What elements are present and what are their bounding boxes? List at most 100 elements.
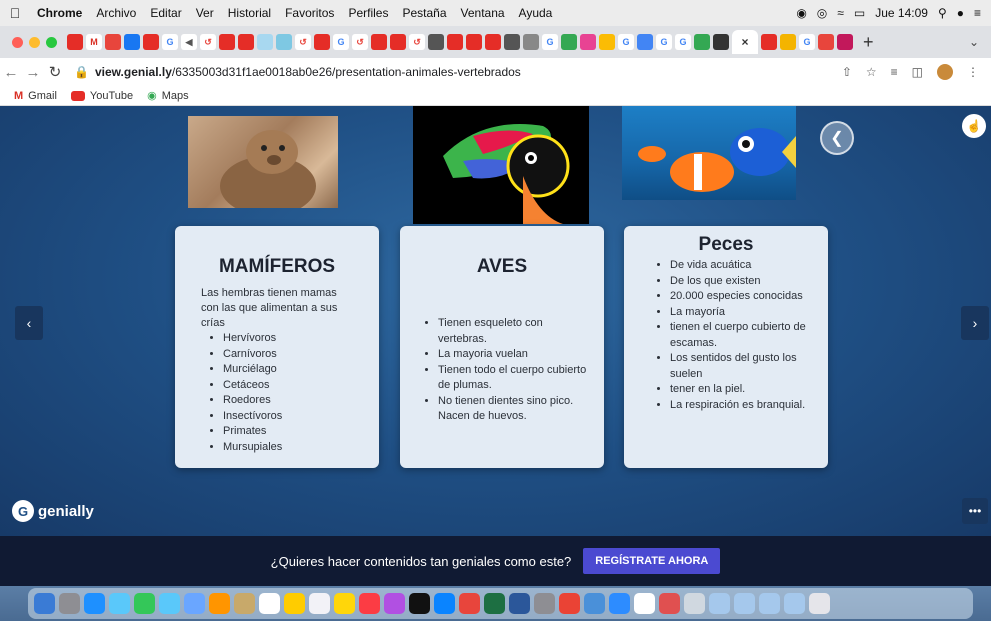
tab-app[interactable]	[580, 34, 596, 50]
launchpad-icon[interactable]	[59, 593, 80, 614]
notes-icon[interactable]	[284, 593, 305, 614]
word-icon[interactable]	[509, 593, 530, 614]
tab-google[interactable]: G	[799, 34, 815, 50]
photo-app-icon[interactable]	[209, 593, 230, 614]
tab-youtube[interactable]	[485, 34, 501, 50]
tab-google[interactable]: G	[618, 34, 634, 50]
close-window-button[interactable]	[12, 36, 23, 48]
siri-icon[interactable]: ●	[957, 6, 964, 20]
forward-arrow-icon[interactable]: →	[22, 64, 44, 81]
tab-app[interactable]: ↺	[409, 34, 425, 50]
dictionary-icon[interactable]	[659, 593, 680, 614]
clock[interactable]: Jue 14:09	[875, 6, 928, 20]
tab-app[interactable]	[523, 34, 539, 50]
apple-icon[interactable]: 	[0, 5, 30, 21]
reading-list-icon[interactable]: ≡	[891, 65, 898, 79]
control-center-icon[interactable]: ◉	[796, 6, 806, 20]
tab-google[interactable]: G	[675, 34, 691, 50]
tab-youtube[interactable]	[314, 34, 330, 50]
zoom-window-button[interactable]	[46, 36, 57, 48]
calendar-icon[interactable]	[259, 593, 280, 614]
tab-app[interactable]	[561, 34, 577, 50]
window-thumbnail-icon[interactable]	[734, 593, 755, 614]
tab-gmail[interactable]: M	[86, 34, 102, 50]
tab-app[interactable]: ↺	[352, 34, 368, 50]
record-icon[interactable]: ◎	[817, 6, 827, 20]
battery-icon[interactable]: ▭	[854, 6, 865, 20]
kebab-menu-icon[interactable]: ⋮	[967, 65, 979, 79]
tab-app[interactable]	[105, 34, 121, 50]
bookmark-star-icon[interactable]: ☆	[866, 65, 877, 79]
back-circle-button[interactable]: ❮	[820, 121, 854, 155]
app-store-icon[interactable]	[434, 593, 455, 614]
bookmark-maps[interactable]: ◉ Maps	[147, 89, 189, 103]
safari-icon[interactable]	[84, 593, 105, 614]
reload-icon[interactable]: ↻	[44, 63, 66, 81]
tab-map[interactable]	[276, 34, 292, 50]
apple-tv-icon[interactable]	[409, 593, 430, 614]
tab-app[interactable]	[837, 34, 853, 50]
app-icon[interactable]	[634, 593, 655, 614]
minimize-window-button[interactable]	[29, 36, 40, 48]
photos-icon[interactable]	[184, 593, 205, 614]
menu-ayuda[interactable]: Ayuda	[512, 6, 560, 20]
menu-ventana[interactable]: Ventana	[454, 6, 512, 20]
tab-genially[interactable]	[504, 34, 520, 50]
tab-youtube[interactable]	[390, 34, 406, 50]
tab-youtube[interactable]	[67, 34, 83, 50]
documents-folder-icon[interactable]	[709, 593, 730, 614]
tab-google[interactable]: G	[542, 34, 558, 50]
profile-avatar[interactable]	[937, 64, 953, 80]
back-arrow-icon[interactable]: ←	[0, 64, 22, 81]
tab-genially[interactable]	[428, 34, 444, 50]
share-icon[interactable]: ⇧	[842, 65, 852, 79]
app-icon[interactable]	[459, 593, 480, 614]
downloads-folder-icon[interactable]	[684, 593, 705, 614]
menu-historial[interactable]: Historial	[221, 6, 278, 20]
stickies-icon[interactable]	[334, 593, 355, 614]
side-panel-icon[interactable]: ◫	[912, 65, 923, 79]
tab-doc[interactable]	[257, 34, 273, 50]
trash-icon[interactable]	[809, 593, 830, 614]
more-options-button[interactable]: •••	[962, 498, 988, 524]
lock-icon[interactable]: 🔒	[74, 65, 89, 79]
menu-pestana[interactable]: Pestaña	[395, 6, 453, 20]
tab-app[interactable]	[780, 34, 796, 50]
tab-genially[interactable]	[713, 34, 729, 50]
messages-icon[interactable]	[159, 593, 180, 614]
menu-ver[interactable]: Ver	[189, 6, 221, 20]
zoom-icon[interactable]	[609, 593, 630, 614]
tab-youtube[interactable]	[219, 34, 235, 50]
tab-app[interactable]: ↺	[200, 34, 216, 50]
wifi-icon[interactable]: ≈	[837, 6, 844, 20]
tab-app[interactable]	[637, 34, 653, 50]
preview-icon[interactable]	[109, 593, 130, 614]
tab-google[interactable]: G	[333, 34, 349, 50]
tab-youtube[interactable]	[466, 34, 482, 50]
tab-app[interactable]	[694, 34, 710, 50]
tab-app[interactable]	[818, 34, 834, 50]
new-tab-button[interactable]: +	[863, 32, 874, 53]
window-thumbnail-icon[interactable]	[759, 593, 780, 614]
menu-archivo[interactable]: Archivo	[89, 6, 143, 20]
next-slide-button[interactable]: ›	[961, 306, 989, 340]
tab-youtube[interactable]	[371, 34, 387, 50]
tab-app[interactable]	[599, 34, 615, 50]
system-preferences-icon[interactable]	[534, 593, 555, 614]
screenshot-icon[interactable]	[584, 593, 605, 614]
chrome-icon[interactable]	[559, 593, 580, 614]
spotlight-icon[interactable]: ⚲	[938, 6, 947, 20]
touch-interaction-button[interactable]: ☝	[962, 114, 986, 138]
menu-app-name[interactable]: Chrome	[30, 6, 89, 20]
tab-youtube[interactable]	[447, 34, 463, 50]
window-thumbnail-icon[interactable]	[784, 593, 805, 614]
tab-search-chevron-icon[interactable]: ⌄	[969, 35, 991, 49]
tab-active-close[interactable]: ×	[732, 30, 758, 54]
previous-slide-button[interactable]: ‹	[15, 306, 43, 340]
podcasts-icon[interactable]	[384, 593, 405, 614]
tab-google[interactable]: G	[656, 34, 672, 50]
music-icon[interactable]	[359, 593, 380, 614]
tab-youtube[interactable]	[238, 34, 254, 50]
tab-facebook[interactable]	[124, 34, 140, 50]
bookmark-gmail[interactable]: M Gmail	[14, 90, 57, 102]
